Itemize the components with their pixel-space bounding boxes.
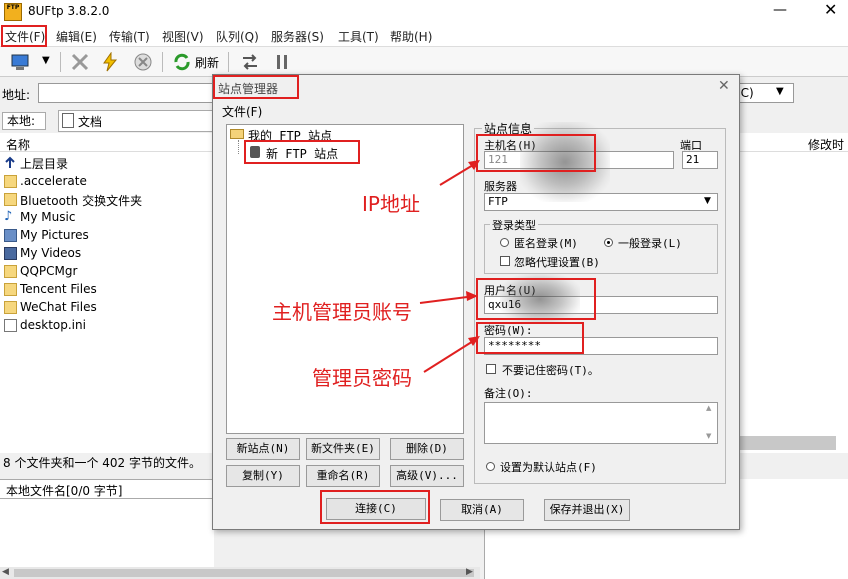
annotation-arrows [419,160,480,373]
annotation-password: 管理员密码 [312,366,412,390]
annotation-ip: IP地址 [362,192,420,216]
annotation-account: 主机管理员账号 [272,300,412,324]
